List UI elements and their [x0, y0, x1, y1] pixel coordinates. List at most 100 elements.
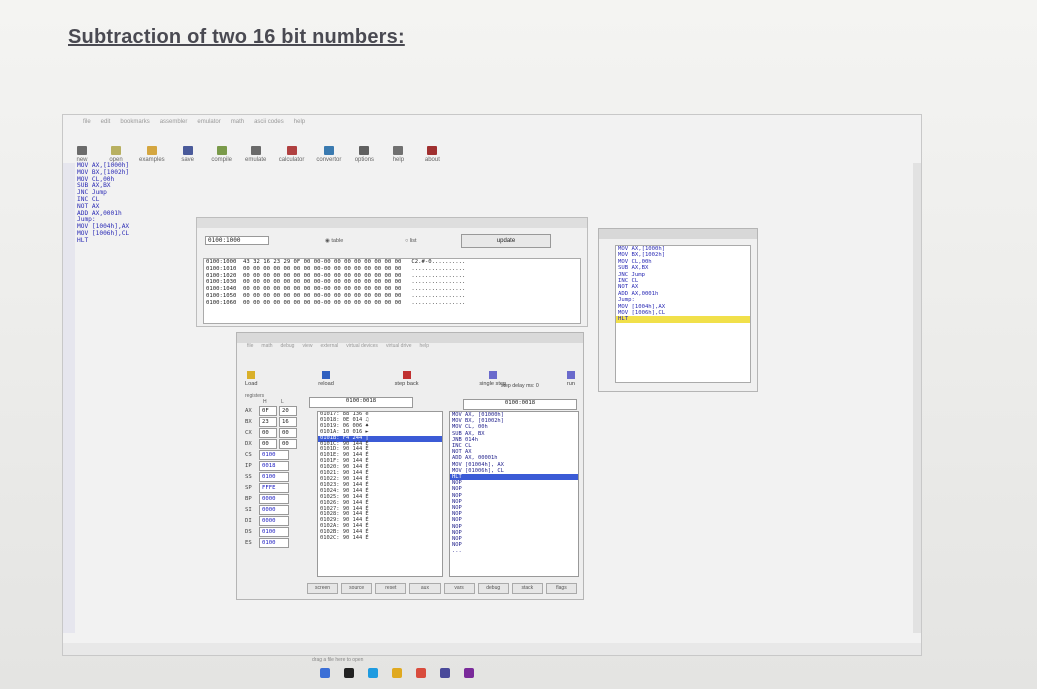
register-value[interactable]: 0100	[259, 537, 289, 548]
register-high-value[interactable]: 0F	[259, 405, 277, 416]
emulate-icon	[250, 146, 261, 155]
emulator-run-button[interactable]: run	[567, 371, 575, 387]
editor-menu-item[interactable]: math	[231, 119, 244, 125]
register-high-value[interactable]: 23	[259, 416, 277, 427]
toolbar-button-compile[interactable]: compile	[211, 146, 233, 163]
emulator-menu-item[interactable]: file	[247, 343, 253, 353]
memory-dump-row: 0100:1060 00 00 00 00 00 00 00 00-00 00 …	[206, 299, 466, 306]
step-back-icon	[402, 371, 411, 379]
editor-menubar: file edit bookmarks assembler emulator math as…	[63, 115, 921, 129]
register-low-value[interactable]: 16	[279, 416, 297, 427]
about-icon	[427, 146, 438, 155]
help-icon	[393, 146, 404, 155]
register-low-value[interactable]: 20	[279, 405, 297, 416]
stack-button[interactable]: stack	[511, 583, 543, 594]
register-high-value[interactable]: 00	[259, 438, 277, 449]
register-value[interactable]: 0000	[259, 504, 289, 515]
register-value[interactable]: 0100	[259, 449, 289, 460]
toolbar-button-open[interactable]: open	[105, 146, 127, 163]
app2-icon[interactable]	[464, 668, 474, 678]
editor-menu-item[interactable]: assembler	[160, 119, 188, 125]
editor-menu-item[interactable]: emulator	[197, 119, 220, 125]
toolbar-button-new[interactable]: new	[71, 146, 93, 163]
source-button[interactable]: source	[341, 583, 373, 594]
register-low-value[interactable]: 00	[279, 427, 297, 438]
emulator-menu-item[interactable]: math	[261, 343, 272, 353]
emu8086-icon[interactable]	[440, 668, 450, 678]
save-icon	[182, 146, 193, 155]
register-row-sp: SP FFFE	[245, 482, 299, 493]
search-icon[interactable]	[344, 668, 354, 678]
code-line: HLT	[77, 236, 89, 244]
register-name: IP	[245, 462, 252, 469]
toolbar-button-convertor[interactable]: convertor	[316, 146, 341, 163]
register-name: SS	[245, 473, 252, 480]
new-icon	[77, 146, 87, 155]
register-value[interactable]: 0100	[259, 471, 289, 482]
radio-table[interactable]: ◉ table	[325, 238, 343, 244]
register-row-bx: BX 23 16	[245, 416, 299, 427]
toolbar-label: help	[392, 157, 405, 163]
radio-list[interactable]: ○ list	[405, 238, 417, 244]
emulator-menubar: file math debug view external virtual devices…	[237, 343, 583, 353]
register-value[interactable]: 0000	[259, 493, 289, 504]
emulator-menu-item[interactable]: external	[320, 343, 338, 353]
emulator-Load-button[interactable]: Load	[245, 371, 257, 387]
vars-button[interactable]: vars	[443, 583, 475, 594]
register-row-es: ES 0100	[245, 537, 299, 548]
start-icon[interactable]	[320, 668, 330, 678]
emulator-menu-item[interactable]: virtual devices	[346, 343, 378, 353]
memory-list-row[interactable]: 0102C: 90 144 É	[318, 535, 442, 542]
emulator-reload-button[interactable]: reload	[318, 371, 334, 387]
code-editor[interactable]: MOV AX,[1000h] MOV BX,[1002h] MOV CL,00h SU…	[77, 162, 165, 283]
taskbar	[320, 668, 474, 678]
editor-menu-item[interactable]: help	[294, 119, 305, 125]
update-button[interactable]: update	[461, 234, 551, 248]
editor-menu-item[interactable]: ascii codes	[254, 119, 284, 125]
toolbar-button-help[interactable]: help	[387, 146, 409, 163]
disassembly-address-field[interactable]: 0100:0018	[463, 399, 577, 410]
emulator-menu-item[interactable]: view	[302, 343, 312, 353]
emulator-menu-item[interactable]: debug	[281, 343, 295, 353]
editor-scrollbar[interactable]	[913, 163, 921, 633]
aux-button[interactable]: aux	[409, 583, 441, 594]
register-value[interactable]: 0100	[259, 526, 289, 537]
register-low-value[interactable]: 00	[279, 438, 297, 449]
editor-menu-item[interactable]: edit	[101, 119, 111, 125]
register-value[interactable]: FFFE	[259, 482, 289, 493]
flags-button[interactable]: flags	[545, 583, 577, 594]
editor-menu-item[interactable]: file	[83, 119, 91, 125]
source-code: MOV AX,[1000h] MOV BX,[1002h] MOV CL,00h SU…	[615, 245, 751, 383]
toolbar-button-examples[interactable]: examples	[139, 146, 165, 163]
toolbar-button-about[interactable]: about	[421, 146, 443, 163]
edge-icon[interactable]	[368, 668, 378, 678]
memory-list[interactable]: 01017: 88 136 ê 01018: 0E 014 ♫ 01019: 06 …	[317, 411, 443, 577]
emulator-menu-item[interactable]: virtual drive	[386, 343, 412, 353]
disassembly-row[interactable]: ...	[450, 548, 578, 554]
toolbar-button-options[interactable]: options	[353, 146, 375, 163]
memory-address-field[interactable]: 0100:0018	[309, 397, 413, 408]
register-row-cx: CX 00 00	[245, 427, 299, 438]
emulator-tool-label: run	[566, 381, 575, 387]
folder-icon[interactable]	[392, 668, 402, 678]
emulator-window: file math debug view external virtual devices…	[236, 332, 584, 600]
emulator-step-back-button[interactable]: step back	[395, 371, 419, 387]
memory-address-input[interactable]: 0100:1000	[205, 236, 269, 245]
screen-button[interactable]: screen	[307, 583, 339, 594]
toolbar-label: about	[424, 157, 440, 163]
register-high-value[interactable]: 00	[259, 427, 277, 438]
toolbar-button-emulate[interactable]: emulate	[245, 146, 267, 163]
toolbar-button-calculator[interactable]: calculator	[279, 146, 304, 163]
register-row-dx: DX 00 00	[245, 438, 299, 449]
register-name: CX	[245, 429, 252, 436]
registers-label: registers	[245, 393, 265, 399]
debug-button[interactable]: debug	[477, 583, 509, 594]
toolbar-button-save[interactable]: save	[177, 146, 199, 163]
register-value[interactable]: 0000	[259, 515, 289, 526]
app-icon[interactable]	[416, 668, 426, 678]
reset-button[interactable]: reset	[375, 583, 407, 594]
disassembly-list[interactable]: MOV AX, [01000h] MOV BX, [01002h] MOV CL, …	[449, 411, 579, 577]
register-value[interactable]: 0018	[259, 460, 289, 471]
emulator-menu-item[interactable]: help	[420, 343, 429, 353]
editor-menu-item[interactable]: bookmarks	[120, 119, 149, 125]
